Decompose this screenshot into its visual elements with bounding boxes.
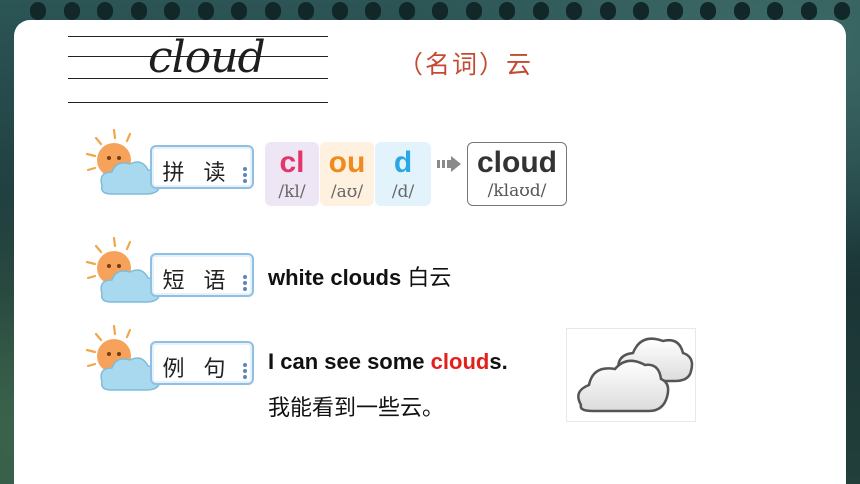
- tile-ipa: /kl/: [278, 182, 306, 202]
- sentence-highlight: cloud: [430, 349, 490, 374]
- binder-ring: [834, 2, 850, 20]
- example-sentence: I can see some clouds.: [268, 349, 508, 375]
- blended-word: cloud: [477, 146, 557, 179]
- binder-ring: [164, 2, 180, 20]
- tile-ipa: /d/: [391, 182, 415, 202]
- tile-letters: cl: [279, 146, 305, 179]
- tile-letters: d: [393, 146, 413, 179]
- binder-ring: [63, 2, 80, 20]
- binder-ring: [499, 2, 515, 20]
- phonics-tile: ou /aʊ/: [320, 142, 374, 206]
- example-translation: 我能看到一些云。: [268, 396, 445, 421]
- label-text: 例 句: [162, 357, 232, 382]
- handwriting-lines: cloud: [68, 32, 328, 104]
- binder-ring: [700, 2, 716, 20]
- binder-ring: [398, 2, 415, 20]
- label-text: 短 语: [162, 269, 232, 294]
- sentence-end: s.: [489, 349, 508, 374]
- binder-ring: [532, 2, 549, 20]
- binder-ring: [264, 2, 281, 20]
- binder-ring: [130, 2, 147, 20]
- binder-ring: [97, 2, 113, 20]
- label-box: 例 句: [150, 341, 254, 385]
- headword: cloud: [148, 32, 266, 83]
- blended-word-tile: cloud /klaʊd/: [467, 142, 567, 206]
- binder-ring: [566, 2, 582, 20]
- blended-ipa: /klaʊd/: [487, 181, 547, 201]
- dots-decoration: [243, 361, 247, 379]
- binder-ring: [30, 2, 46, 20]
- dots-decoration: [243, 273, 247, 291]
- tile-letters: ou: [328, 146, 366, 179]
- binder-ring: [231, 2, 247, 20]
- label-example: 例 句: [84, 324, 254, 391]
- guide-line: [68, 102, 328, 103]
- phrase-cn: 白云: [407, 266, 452, 291]
- binder-ring: [733, 2, 750, 20]
- word-meaning: （名词）云: [398, 50, 534, 79]
- binder-ring: [365, 2, 381, 20]
- binder-ring: [633, 2, 649, 20]
- label-box: 拼 读: [150, 145, 254, 189]
- binder-ring: [767, 2, 783, 20]
- arrow-right-icon: [437, 156, 461, 172]
- phrase-en: white clouds: [268, 265, 402, 290]
- label-spelling: 拼 读: [84, 128, 254, 195]
- phonics-tile: cl /kl/: [265, 142, 319, 206]
- label-text: 拼 读: [162, 161, 232, 186]
- binder-ring: [432, 2, 448, 20]
- binder-ring: [599, 2, 616, 20]
- phonics-tile: d /d/: [375, 142, 431, 206]
- binder-ring: [800, 2, 817, 20]
- binder-ring: [331, 2, 348, 20]
- clouds-image: [566, 328, 696, 422]
- tile-ipa: /aʊ/: [330, 182, 364, 202]
- label-phrase: 短 语: [84, 236, 254, 303]
- sentence-start: I can see some: [268, 349, 431, 374]
- dots-decoration: [243, 165, 247, 183]
- label-box: 短 语: [150, 253, 254, 297]
- binder-ring: [298, 2, 314, 20]
- binder-ring: [465, 2, 482, 20]
- binder-ring: [197, 2, 214, 20]
- phrase-text: white clouds 白云: [268, 260, 451, 292]
- clouds-icon: [577, 337, 694, 413]
- binder-ring: [666, 2, 683, 20]
